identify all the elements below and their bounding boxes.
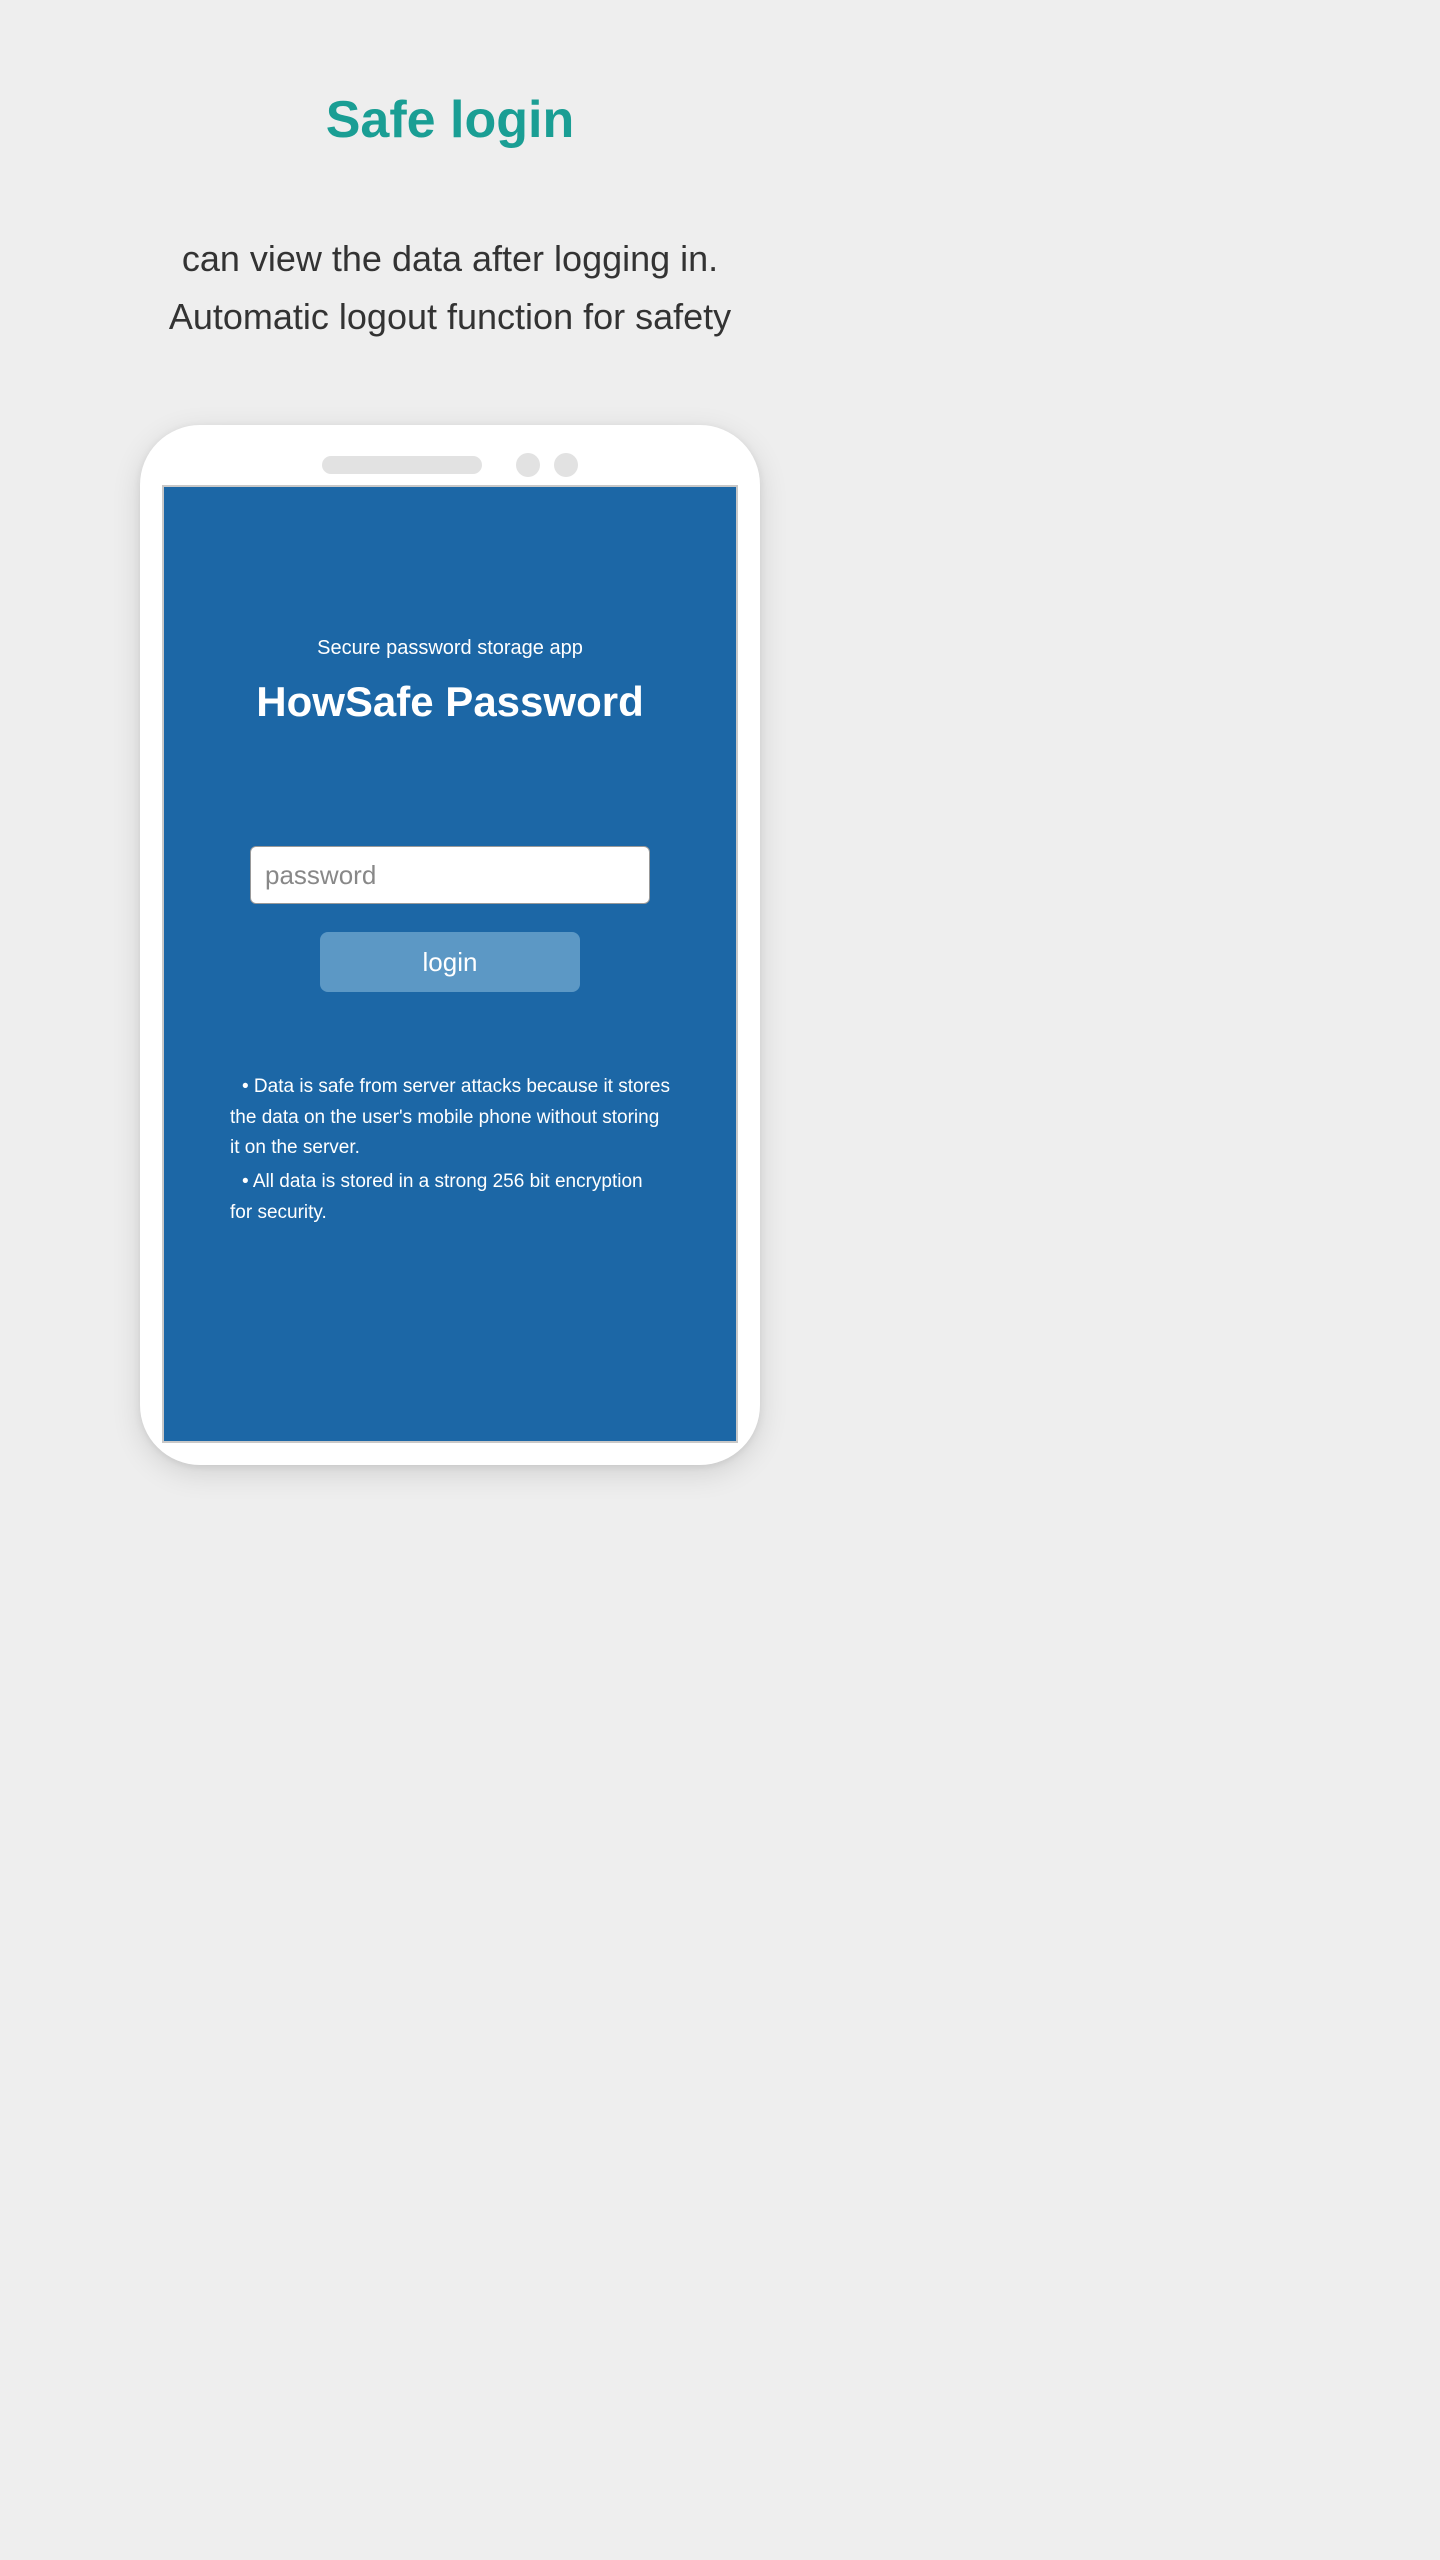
speaker-grille [322,456,482,474]
subtitle-line-1: can view the data after logging in. [182,238,718,279]
subtitle-line-2: Automatic logout function for safety [169,296,731,337]
sensor-dot [516,453,540,477]
app-tagline: Secure password storage app [317,637,583,660]
bullet-1: • Data is safe from server attacks becau… [230,1072,670,1163]
login-button[interactable]: login [320,932,580,992]
password-input[interactable] [250,846,650,904]
camera-dot [554,453,578,477]
phone-mockup-frame: Secure password storage app HowSafe Pass… [140,425,760,1465]
page-title: Safe login [326,90,574,150]
page-subtitle: can view the data after logging in. Auto… [169,230,731,345]
app-name: HowSafe Password [256,678,643,726]
app-screen: Secure password storage app HowSafe Pass… [162,485,738,1443]
bullet-2: • All data is stored in a strong 256 bit… [230,1167,670,1228]
info-bullets: • Data is safe from server attacks becau… [230,1072,670,1232]
phone-notch [322,453,578,477]
